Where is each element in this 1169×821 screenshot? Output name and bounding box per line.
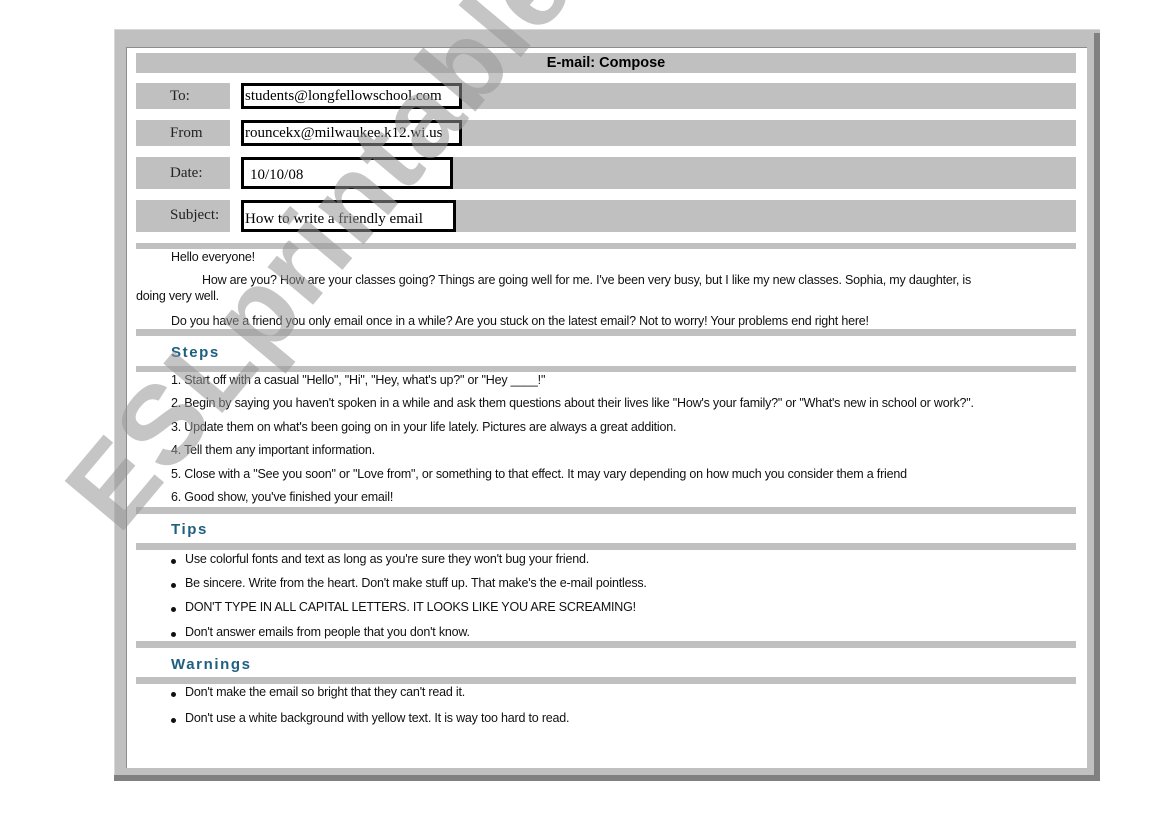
bullet-icon	[171, 632, 176, 637]
warnings-heading: Warnings	[171, 656, 252, 673]
from-label: From	[136, 120, 230, 146]
step-item: 2. Begin by saying you haven't spoken in…	[171, 396, 974, 410]
to-label: To:	[136, 83, 230, 109]
tip-item: DON'T TYPE IN ALL CAPITAL LETTERS. IT LO…	[185, 600, 636, 614]
bullet-icon	[171, 692, 176, 697]
subject-label: Subject:	[136, 200, 230, 232]
intro-line-2: doing very well.	[136, 289, 219, 303]
window-title: E-mail: Compose	[136, 53, 1076, 73]
warning-item: Don't use a white background with yellow…	[185, 711, 570, 725]
divider	[136, 507, 1076, 514]
step-item: 1. Start off with a casual "Hello", "Hi"…	[171, 373, 546, 387]
step-item: 5. Close with a "See you soon" or "Love …	[171, 467, 907, 481]
warning-item: Don't make the email so bright that they…	[185, 685, 466, 699]
step-item: 4. Tell them any important information.	[171, 443, 375, 457]
divider	[136, 329, 1076, 336]
tip-item: Be sincere. Write from the heart. Don't …	[185, 576, 647, 590]
divider	[136, 677, 1076, 684]
subject-field[interactable]: How to write a friendly email	[241, 200, 456, 232]
divider	[136, 641, 1076, 648]
window-frame-shadow-right	[1094, 33, 1100, 781]
tips-heading: Tips	[171, 521, 208, 538]
bullet-icon	[171, 607, 176, 612]
window-frame-shadow-bottom	[114, 775, 1100, 781]
steps-heading: Steps	[171, 344, 220, 361]
date-label: Date:	[136, 157, 230, 189]
tip-item: Don't answer emails from people that you…	[185, 625, 470, 639]
bullet-icon	[171, 559, 176, 564]
divider	[136, 543, 1076, 550]
step-item: 6. Good show, you've finished your email…	[171, 490, 394, 504]
greeting-text: Hello everyone!	[171, 250, 255, 264]
date-field[interactable]: 10/10/08	[241, 157, 453, 189]
from-field[interactable]: rouncekx@milwaukee.k12.wi.us	[241, 120, 462, 146]
divider	[136, 366, 1076, 372]
bullet-icon	[171, 718, 176, 723]
bullet-icon	[171, 583, 176, 588]
to-field[interactable]: students@longfellowschool.com	[241, 83, 462, 109]
tip-item: Use colorful fonts and text as long as y…	[185, 552, 589, 566]
intro-paragraph-2: Do you have a friend you only email once…	[171, 314, 869, 328]
step-item: 3. Update them on what's been going on i…	[171, 420, 677, 434]
intro-line-1: How are you? How are your classes going?…	[202, 273, 972, 287]
divider	[136, 243, 1076, 249]
